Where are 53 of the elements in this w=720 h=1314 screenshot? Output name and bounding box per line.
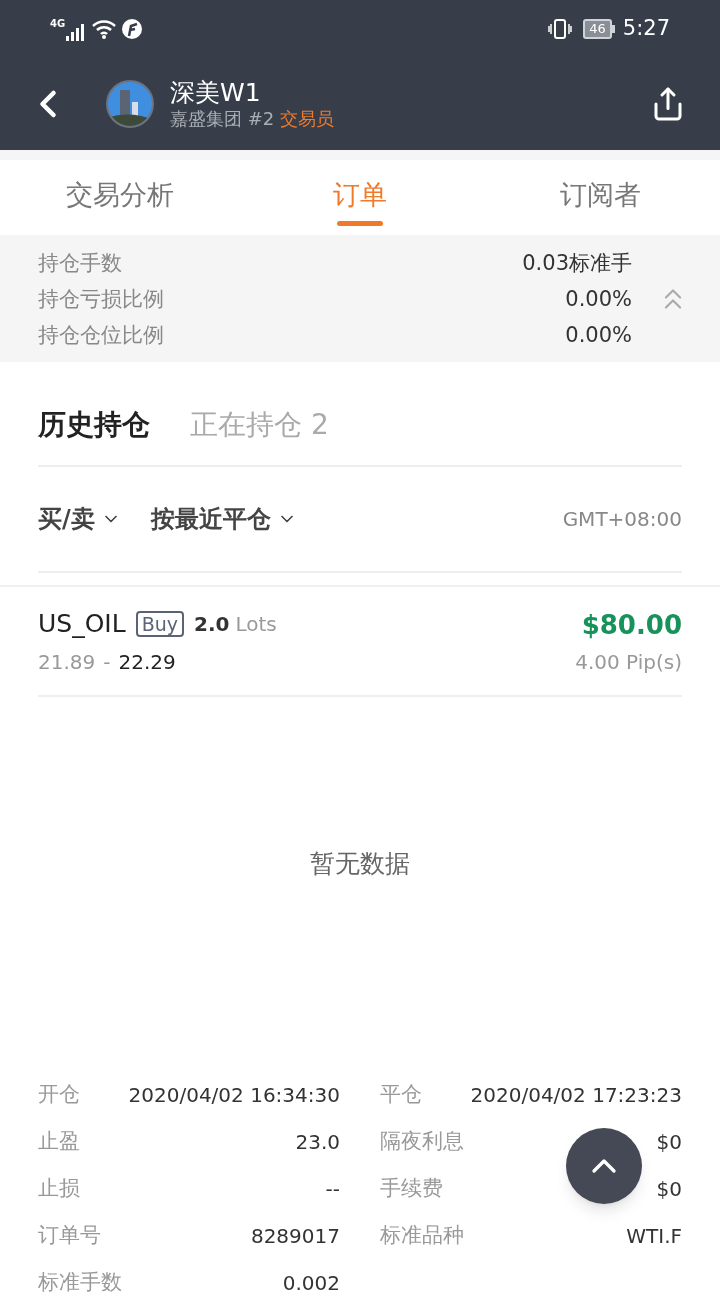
price-separator: -: [103, 648, 111, 676]
detail-value: --: [325, 1175, 340, 1203]
detail-label: 标准手数: [38, 1268, 122, 1296]
side-tag: Buy: [135, 611, 184, 637]
tab[interactable]: 交易分析: [0, 160, 240, 235]
summary-value: 0.00%: [565, 285, 632, 313]
detail-label: 手续费: [380, 1174, 443, 1202]
close-price: 22.29: [118, 648, 176, 676]
app-notification-icon: [121, 18, 144, 40]
detail-label: 隔夜利息: [380, 1127, 464, 1155]
sub-tab[interactable]: 历史持仓: [38, 403, 150, 446]
detail-value: 8289017: [250, 1222, 340, 1250]
summary-value: 0.03标准手: [522, 249, 632, 277]
avatar: [106, 80, 154, 128]
detail-value: $0: [656, 1175, 682, 1203]
filter-dropdown[interactable]: 按最近平仓: [150, 501, 297, 537]
detail-label: 开仓: [38, 1080, 80, 1108]
detail-value: WTI.F: [626, 1222, 682, 1250]
detail-value: 0.002: [282, 1269, 340, 1297]
empty-message: 暂无数据: [310, 848, 410, 881]
pips-value: 4.00 Pip(s): [575, 648, 682, 676]
summary-label: 持仓手数: [38, 249, 122, 277]
group-name: 嘉盛集团 #2: [170, 108, 275, 130]
lot-unit: Lots: [235, 611, 277, 638]
summary-label: 持仓亏损比例: [38, 285, 164, 313]
summary-value: 0.00%: [565, 321, 632, 349]
detail-label: 止损: [38, 1174, 80, 1202]
profit-amount: $80.00: [581, 608, 682, 642]
detail-label: 止盈: [38, 1127, 80, 1155]
detail-label: 标准品种: [380, 1221, 464, 1249]
network-type: 4G: [50, 17, 66, 31]
detail-value: 2020/04/02 17:23:23: [470, 1081, 682, 1109]
clock-time: 5:27: [622, 15, 670, 43]
detail-label: 平仓: [380, 1080, 422, 1108]
symbol-name: US_OIL: [38, 608, 126, 641]
sub-tab[interactable]: 正在持仓 2: [190, 403, 329, 446]
detail-value: 2020/04/02 16:34:30: [128, 1081, 340, 1109]
filter-dropdown[interactable]: 买/卖: [38, 501, 121, 537]
tab[interactable]: 订阅者: [480, 160, 720, 235]
trader-name: 深美W1: [170, 78, 262, 108]
detail-value: $0: [656, 1128, 682, 1156]
wifi-icon: [91, 18, 118, 40]
vibrate-icon: [547, 18, 574, 40]
tab[interactable]: 订单: [240, 160, 480, 235]
role-label: 交易员: [280, 108, 335, 130]
open-price: 21.89: [38, 648, 96, 676]
scroll-top-button[interactable]: [566, 1128, 642, 1204]
summary-label: 持仓仓位比例: [38, 321, 164, 349]
detail-value: 23.0: [295, 1128, 340, 1156]
battery-icon: 46: [583, 19, 615, 39]
detail-label: 订单号: [38, 1221, 101, 1249]
timezone-label: GMT+08:00: [562, 506, 682, 533]
lot-size: 2.0: [194, 611, 230, 638]
